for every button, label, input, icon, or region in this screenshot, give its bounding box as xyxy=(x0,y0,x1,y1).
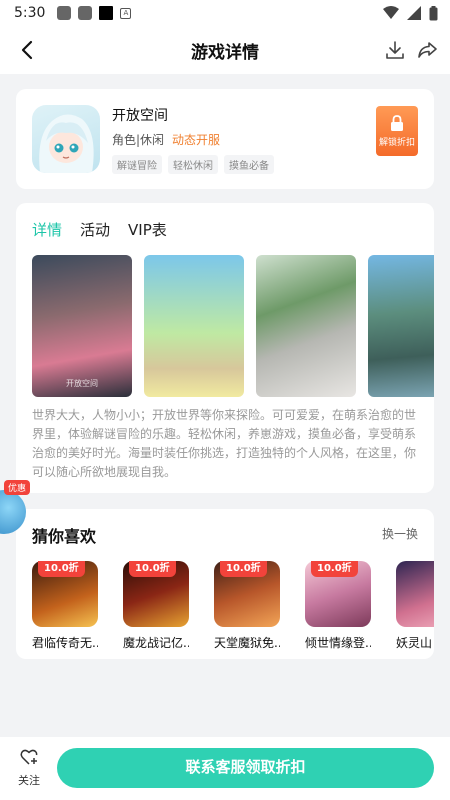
recommend-title: 猜你喜欢 xyxy=(32,527,97,546)
game-description: 世界大大，人物小小；开放世界等你来探险。可可爱爱，在萌系治愈的世界里，体验解谜冒… xyxy=(32,408,417,479)
discount-badge: 10.0折 xyxy=(311,561,358,577)
lock-icon xyxy=(391,114,403,131)
screenshot[interactable] xyxy=(144,255,244,397)
promo-label: 优惠 xyxy=(4,480,31,495)
nav-bar: 游戏详情 xyxy=(0,26,450,74)
game-thumbnail: 10.0折 xyxy=(305,561,371,627)
battery-icon xyxy=(429,5,438,20)
game-thumbnail: 10.0折 xyxy=(123,561,189,627)
back-arrow-icon[interactable] xyxy=(16,38,40,62)
notification-icon xyxy=(78,6,93,20)
recommend-list: 10.0折 君临传奇无... 10.0折 魔龙战记亿... 10.0折 天堂魔狱… xyxy=(32,561,434,651)
recommend-item[interactable]: 10.0折 魔龙战记亿... xyxy=(123,561,189,651)
details-card: 详情 活动 VIP表 开放空间 世界大大，人物小小；开放世界等你来探险。可可爱爱… xyxy=(16,203,434,493)
recommend-item[interactable]: 10.0折 天堂魔狱免... xyxy=(214,561,280,651)
recommend-item[interactable]: 妖灵山 xyxy=(396,561,434,651)
game-icon xyxy=(32,105,100,173)
game-info-card: 开放空间 角色|休闲 动态开服 解谜冒险 轻松休闲 摸鱼必备 解锁折扣 xyxy=(16,89,434,189)
game-tags: 解谜冒险 轻松休闲 摸鱼必备 xyxy=(112,155,274,174)
status-time: 5:30 xyxy=(14,5,46,21)
screenshot[interactable] xyxy=(368,255,434,397)
recommend-card: 猜你喜欢 换一换 10.0折 君临传奇无... 10.0折 魔龙战记亿... 1… xyxy=(16,509,434,659)
unlock-discount-label: 解锁折扣 xyxy=(378,137,415,148)
notification-letter-icon: A xyxy=(120,7,132,19)
cellular-signal-icon xyxy=(407,6,421,20)
page-title: 游戏详情 xyxy=(191,42,259,63)
heart-plus-icon xyxy=(20,749,38,765)
tab-details[interactable]: 详情 xyxy=(32,219,62,240)
unlock-discount-button[interactable]: 解锁折扣 xyxy=(376,106,418,156)
screenshot[interactable]: 开放空间 xyxy=(32,255,132,397)
wifi-icon xyxy=(383,6,399,19)
game-thumbnail xyxy=(396,561,434,627)
share-icon[interactable] xyxy=(416,39,438,61)
game-tag: 解谜冒险 xyxy=(112,155,162,174)
game-tag: 摸鱼必备 xyxy=(224,155,274,174)
screenshot-caption: 开放空间 xyxy=(66,379,98,388)
detail-tabs: 详情 活动 VIP表 xyxy=(32,219,167,240)
game-thumbnail: 10.0折 xyxy=(32,561,98,627)
game-category: 角色|休闲 xyxy=(112,133,165,147)
notification-icon xyxy=(57,6,72,20)
recommend-item[interactable]: 10.0折 君临传奇无... xyxy=(32,561,98,651)
discount-badge: 10.0折 xyxy=(129,561,176,577)
game-thumbnail: 10.0折 xyxy=(214,561,280,627)
floating-promo-button[interactable]: 优惠 xyxy=(0,480,31,534)
status-bar: 5:30 A xyxy=(0,0,450,26)
tab-vip-table[interactable]: VIP表 xyxy=(128,219,167,240)
recommend-item-name: 君临传奇无... xyxy=(32,636,98,650)
screenshot-gallery[interactable]: 开放空间 xyxy=(32,255,434,397)
recommend-item-name: 天堂魔狱免... xyxy=(214,636,280,650)
promo-avatar xyxy=(0,490,26,534)
screenshot[interactable] xyxy=(256,255,356,397)
recommend-item-name: 妖灵山 xyxy=(396,636,433,650)
refresh-button[interactable]: 换一换 xyxy=(382,525,418,542)
bottom-bar: 关注 联系客服领取折扣 xyxy=(0,737,450,800)
tab-activities[interactable]: 活动 xyxy=(80,219,110,240)
download-icon[interactable] xyxy=(384,39,406,61)
game-tag: 轻松休闲 xyxy=(168,155,218,174)
follow-label: 关注 xyxy=(18,774,40,787)
game-name: 开放空间 xyxy=(112,108,168,124)
recommend-item-name: 倾世情缘登... xyxy=(305,636,371,650)
contact-service-button[interactable]: 联系客服领取折扣 xyxy=(57,748,434,788)
notification-icon xyxy=(99,6,114,20)
discount-badge: 10.0折 xyxy=(38,561,85,577)
discount-badge: 10.0折 xyxy=(220,561,267,577)
follow-button[interactable]: 关注 xyxy=(12,749,46,788)
server-status: 动态开服 xyxy=(172,133,221,147)
recommend-item[interactable]: 10.0折 倾世情缘登... xyxy=(305,561,371,651)
recommend-item-name: 魔龙战记亿... xyxy=(123,636,189,650)
